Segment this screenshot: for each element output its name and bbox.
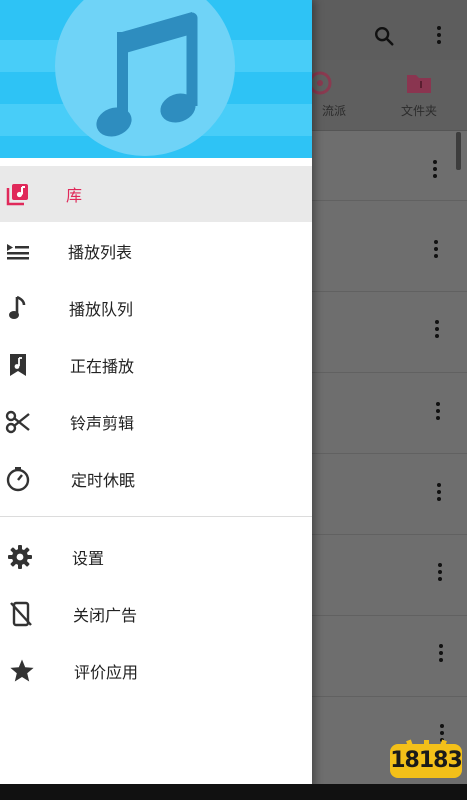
menu-item-remove-ads[interactable]: 关闭广告 [0,586,312,642]
item-more-icon[interactable] [434,320,440,338]
navigation-drawer: 库 播放列表 播放队列 正在播放 铃声剪辑 定时休眠 设置 关闭广告 评价应用 [0,0,312,790]
menu-item-label: 库 [66,186,83,205]
menu-item-ringtone-cutter[interactable]: 铃声剪辑 [0,394,312,450]
tab-folder-label: 文件夹 [400,104,437,118]
watermark-text: 18183 [390,748,463,773]
menu-item-library[interactable]: 库 [0,166,312,222]
scissors-icon [4,408,32,436]
search-icon[interactable] [370,22,398,50]
menu-item-label: 评价应用 [74,663,139,682]
music-note-icon [92,10,202,144]
menu-divider [0,516,312,517]
menu-item-sleep-timer[interactable]: 定时休眠 [0,451,312,507]
menu-item-rate-app[interactable]: 评价应用 [0,643,312,699]
menu-item-label: 播放列表 [68,243,133,262]
item-more-icon[interactable] [437,563,443,581]
menu-item-label: 定时休眠 [71,471,136,490]
menu-item-label: 设置 [72,549,105,568]
item-more-icon[interactable] [436,483,442,501]
tab-folder[interactable]: 文件夹 [384,70,454,119]
music-note-small-icon [4,294,32,322]
item-more-icon[interactable] [435,402,441,420]
menu-item-play-queue[interactable]: 播放队列 [0,280,312,336]
no-ads-phone-icon [7,600,35,628]
menu-item-now-playing[interactable]: 正在播放 [0,337,312,393]
gear-icon [6,543,34,571]
site-watermark-logo: 18183 [388,739,464,784]
timer-icon [4,465,32,493]
now-playing-icon [4,351,32,379]
more-vert-icon[interactable] [436,26,442,44]
playlist-icon [4,237,32,265]
library-music-icon [4,180,32,208]
folder-icon [406,70,432,96]
menu-item-label: 正在播放 [70,357,135,376]
item-more-icon[interactable] [433,240,439,258]
menu-item-settings[interactable]: 设置 [0,529,312,585]
drawer-header [0,0,312,158]
menu-item-playlists[interactable]: 播放列表 [0,223,312,279]
item-more-icon[interactable] [438,644,444,662]
item-more-icon[interactable] [432,160,438,178]
bottom-edge [0,784,467,800]
menu-item-label: 关闭广告 [73,606,138,625]
star-icon [8,657,36,685]
menu-item-label: 铃声剪辑 [70,414,135,433]
menu-item-label: 播放队列 [69,300,134,319]
